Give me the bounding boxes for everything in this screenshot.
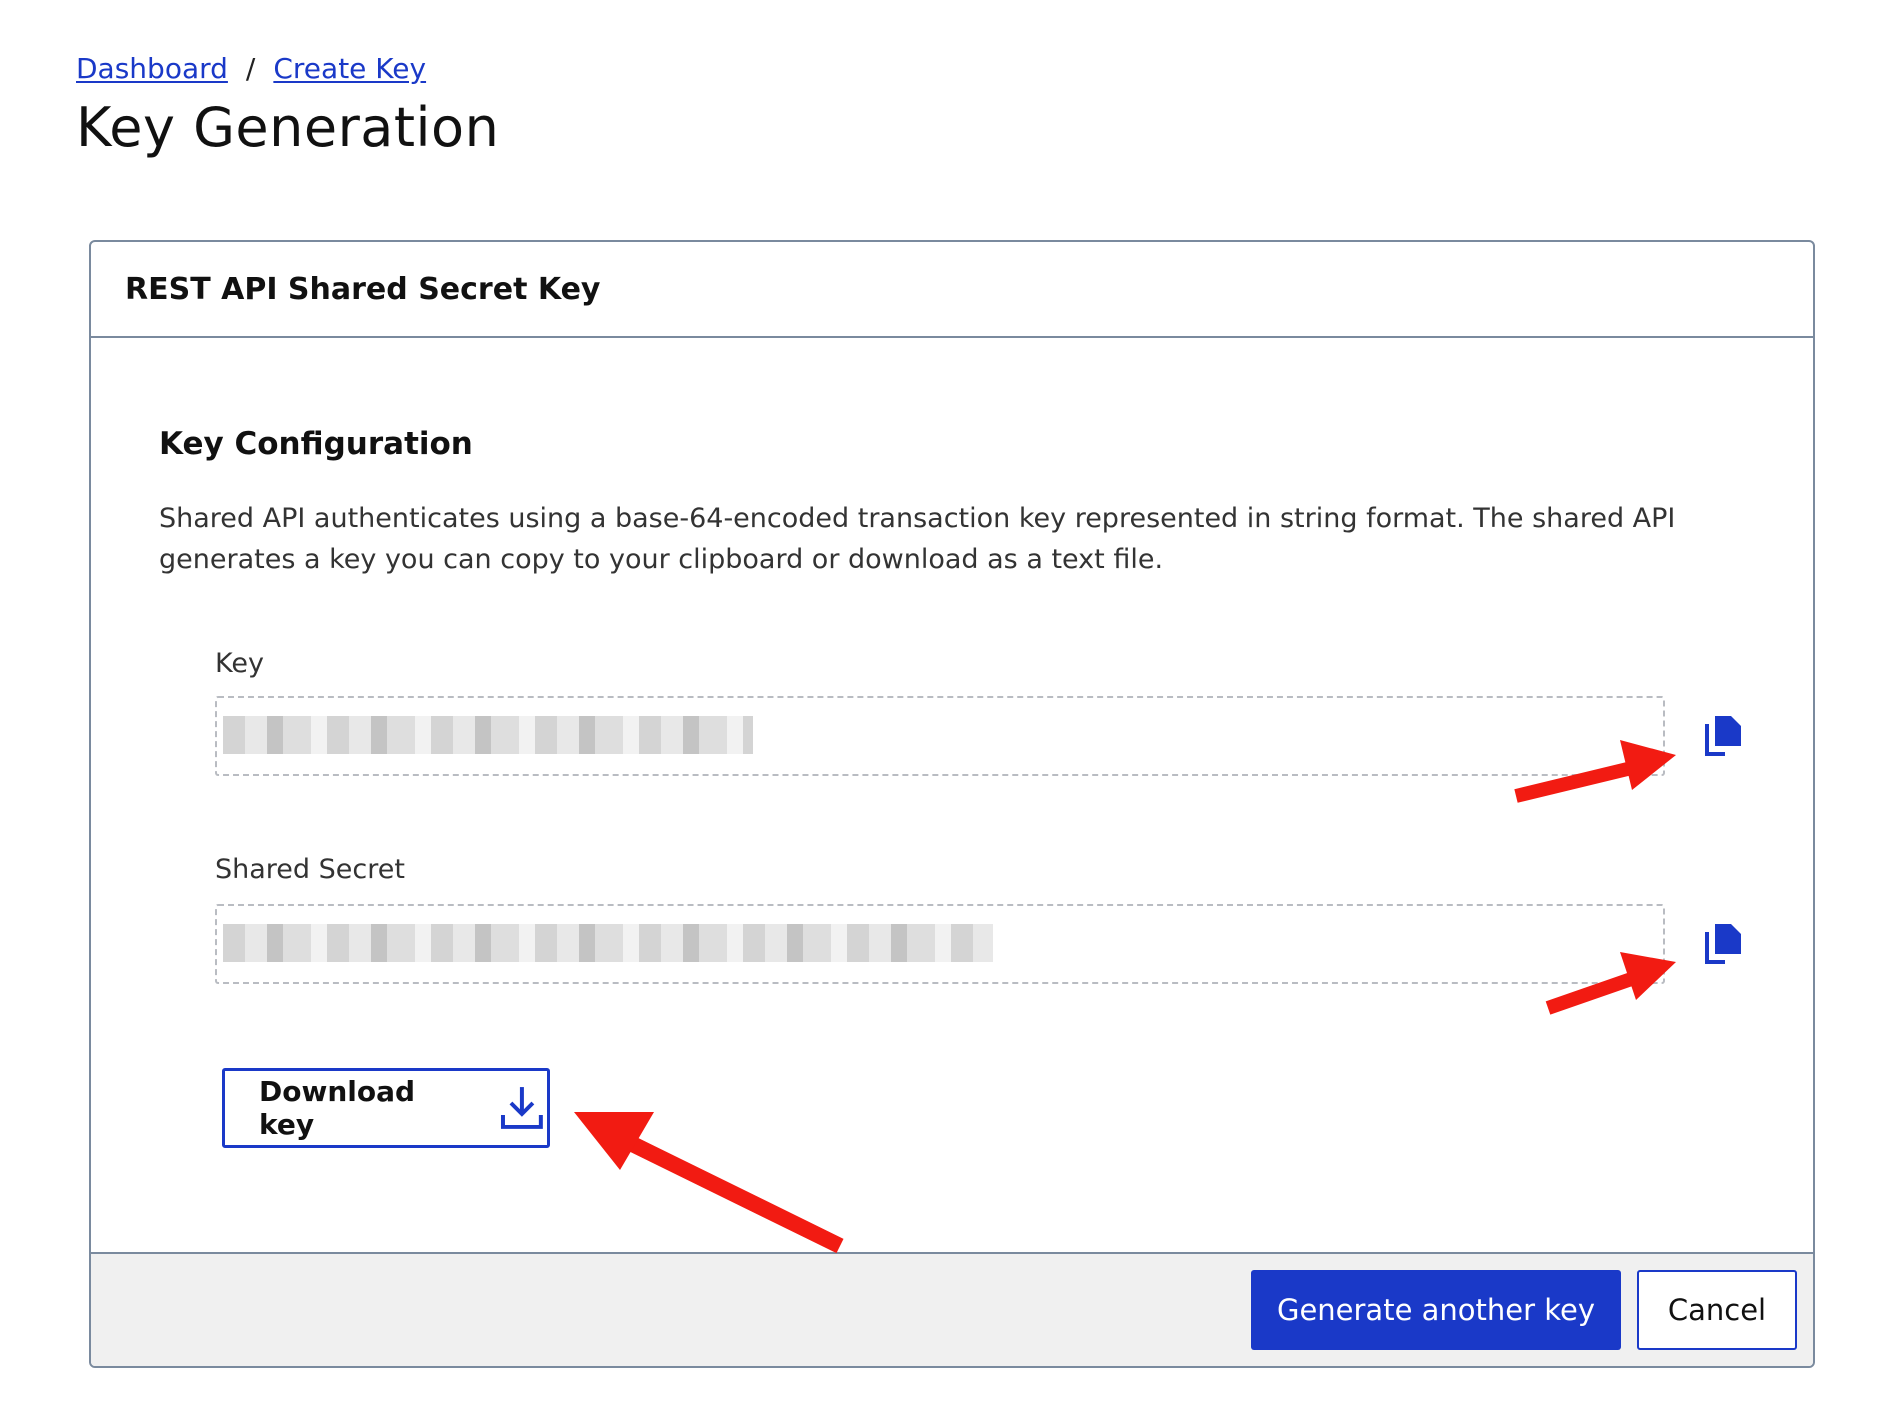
key-card: REST API Shared Secret Key Key Configura… [89,240,1815,1368]
card-title: REST API Shared Secret Key [125,271,601,307]
download-key-button[interactable]: Download key [222,1068,550,1148]
section-description: Shared API authenticates using a base-64… [159,503,1676,575]
generate-another-key-button[interactable]: Generate another key [1251,1270,1621,1350]
copy-key-button[interactable] [1695,710,1747,762]
card-header: REST API Shared Secret Key [91,242,1813,338]
redacted-secret-value [223,924,993,962]
breadcrumb-link-create-key[interactable]: Create Key [273,52,426,85]
section-title: Key Configuration [159,426,473,462]
breadcrumb-separator: / [245,52,256,85]
key-label: Key [215,648,264,679]
download-icon [501,1087,544,1129]
download-key-label: Download key [259,1075,416,1141]
breadcrumb-link-dashboard[interactable]: Dashboard [76,52,228,85]
copy-icon [1705,924,1741,964]
cancel-button[interactable]: Cancel [1637,1270,1797,1350]
key-field[interactable] [215,696,1665,776]
card-footer: Generate another key Cancel [91,1252,1813,1366]
copy-icon [1705,716,1741,756]
secret-label: Shared Secret [215,854,405,885]
page-title: Key Generation [76,96,500,159]
breadcrumb: Dashboard / Create Key [76,52,426,85]
redacted-key-value [223,716,753,754]
copy-secret-button[interactable] [1695,918,1747,970]
shared-secret-field[interactable] [215,904,1665,984]
